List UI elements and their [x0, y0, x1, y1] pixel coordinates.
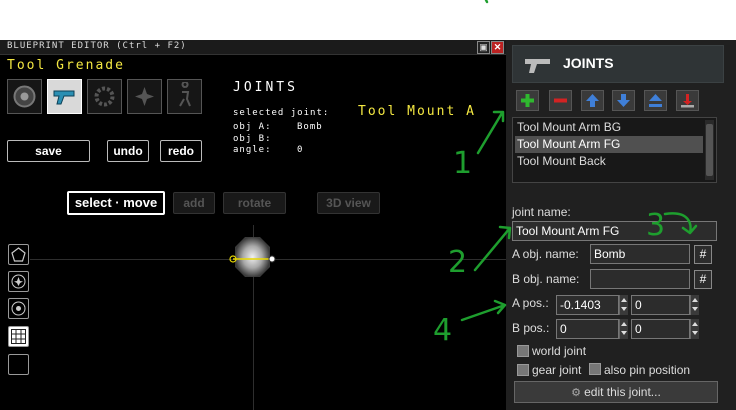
annotation-label-4: 4	[433, 313, 452, 348]
annotation-arrow-1	[476, 110, 505, 155]
annotation-label-1: 1	[453, 146, 472, 181]
annotation-arrow-4	[460, 299, 507, 322]
annotation-overlay: 1 2 3 4	[433, 0, 698, 348]
annotation-arrow-2	[473, 225, 512, 272]
annotation-arrow-3	[663, 212, 698, 235]
annotation-mark	[484, 0, 489, 4]
annotation-label-3: 3	[646, 208, 665, 243]
annotation-label-2: 2	[448, 245, 467, 280]
